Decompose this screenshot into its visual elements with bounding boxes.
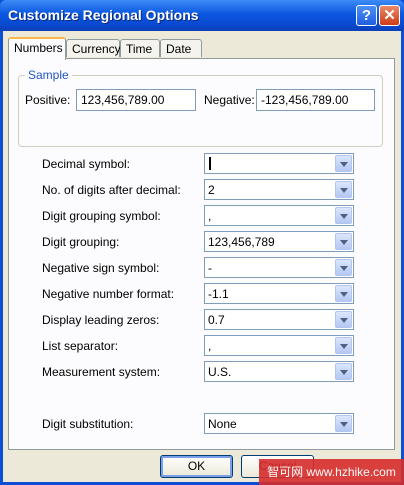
positive-sample-value: 123,456,789.00 — [81, 93, 165, 107]
chevron-down-icon[interactable] — [335, 337, 352, 354]
title-bar[interactable]: Customize Regional Options ? ✕ — [0, 0, 404, 31]
digit-substitution-dropdown[interactable]: None — [204, 413, 354, 434]
ok-button[interactable]: OK — [160, 455, 233, 478]
digits-after-decimal-value: 2 — [208, 183, 215, 197]
chevron-down-icon[interactable] — [335, 363, 352, 380]
close-button[interactable]: ✕ — [379, 5, 400, 26]
chevron-down-icon[interactable] — [335, 207, 352, 224]
list-separator-dropdown[interactable]: , — [204, 335, 354, 356]
digit-grouping-symbol-value: , — [208, 209, 212, 223]
digit-substitution-label: Digit substitution: — [42, 417, 134, 431]
tab-panel-numbers: Sample Positive: 123,456,789.00 Negative… — [8, 58, 395, 450]
negative-number-format-value: -1.1 — [208, 287, 229, 301]
negative-number-format-dropdown[interactable]: -1.1 — [204, 283, 354, 304]
digits-after-decimal-dropdown[interactable]: 2 — [204, 179, 354, 200]
chevron-down-icon[interactable] — [335, 155, 352, 172]
negative-sign-symbol-dropdown[interactable]: - — [204, 257, 354, 278]
positive-sample-field: 123,456,789.00 — [76, 89, 196, 111]
measurement-system-label: Measurement system: — [42, 365, 161, 379]
leading-zeros-value: 0.7 — [208, 313, 225, 327]
leading-zeros-dropdown[interactable]: 0.7 — [204, 309, 354, 330]
list-separator-label: List separator: — [42, 339, 119, 353]
negative-number-format-label: Negative number format: — [42, 287, 175, 301]
help-icon: ? — [361, 7, 372, 24]
sample-group: Sample Positive: 123,456,789.00 Negative… — [18, 68, 383, 147]
decimal-symbol-dropdown[interactable] — [204, 153, 354, 174]
digit-grouping-symbol-dropdown[interactable]: , — [204, 205, 354, 226]
chevron-down-icon[interactable] — [335, 181, 352, 198]
digit-grouping-value: 123,456,789 — [208, 235, 275, 249]
negative-sample-field: -123,456,789.00 — [256, 89, 375, 111]
chevron-down-icon[interactable] — [335, 311, 352, 328]
tab-time[interactable]: Time — [120, 39, 160, 57]
negative-sign-symbol-label: Negative sign symbol: — [42, 261, 160, 275]
dialog-window: Customize Regional Options ? ✕ Numbers C… — [0, 0, 404, 485]
digits-after-decimal-label: No. of digits after decimal: — [42, 183, 181, 197]
negative-sample-value: -123,456,789.00 — [261, 93, 349, 107]
measurement-system-dropdown[interactable]: U.S. — [204, 361, 354, 382]
decimal-symbol-label: Decimal symbol: — [42, 157, 131, 171]
chevron-down-icon[interactable] — [335, 285, 352, 302]
window-title: Customize Regional Options — [8, 7, 199, 23]
digit-grouping-label: Digit grouping: — [42, 235, 120, 249]
list-separator-value: , — [208, 339, 212, 353]
digit-grouping-symbol-label: Digit grouping symbol: — [42, 209, 161, 223]
chevron-down-icon[interactable] — [335, 259, 352, 276]
tab-numbers[interactable]: Numbers — [8, 37, 66, 60]
tab-date[interactable]: Date — [160, 39, 202, 57]
negative-sign-symbol-value: - — [208, 261, 212, 275]
close-icon: ✕ — [383, 7, 396, 24]
text-cursor — [209, 157, 211, 170]
tab-currency[interactable]: Currency — [66, 39, 121, 57]
dialog-body: Numbers Currency Time Date Sample Positi… — [3, 31, 401, 482]
chevron-down-icon[interactable] — [335, 415, 352, 432]
measurement-system-value: U.S. — [208, 365, 232, 379]
help-button[interactable]: ? — [356, 5, 377, 26]
negative-label: Negative: — [204, 93, 255, 107]
sample-legend: Sample — [25, 68, 72, 82]
watermark: 智可网 www.hzhike.com — [259, 459, 404, 485]
chevron-down-icon[interactable] — [335, 233, 352, 250]
positive-label: Positive: — [25, 93, 71, 107]
leading-zeros-label: Display leading zeros: — [42, 313, 160, 327]
digit-grouping-dropdown[interactable]: 123,456,789 — [204, 231, 354, 252]
digit-substitution-value: None — [208, 417, 237, 431]
